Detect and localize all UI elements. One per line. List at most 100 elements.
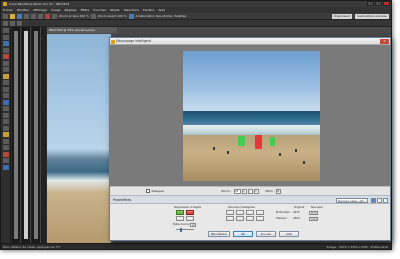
dropper-tool-icon[interactable]: [2, 47, 9, 53]
menu-item-image[interactable]: Image: [51, 8, 60, 12]
preserve-eraser-button[interactable]: [176, 216, 184, 221]
document-canvas[interactable]: [47, 34, 111, 243]
zoom-out-button[interactable]: -: [247, 188, 253, 194]
zoom-in-button[interactable]: +: [241, 188, 247, 194]
scrollbar[interactable]: [24, 31, 28, 239]
airbrush-icon[interactable]: [2, 106, 9, 111]
carve-horizontal-button[interactable]: [226, 210, 234, 215]
option-icon[interactable]: [17, 20, 22, 26]
help-button[interactable]: Aide: [279, 231, 299, 237]
enhance-photo-label[interactable]: Amélioration des photos: [136, 14, 173, 18]
menu-item-aide[interactable]: Aide: [158, 8, 165, 12]
standard-toolbar: Zoom arrière 100 % Zoom avant 100 % Amél…: [1, 13, 391, 20]
width-original-value: 3072: [293, 211, 300, 214]
remove-brush-button[interactable]: [186, 210, 194, 215]
menu-item-selections[interactable]: Sélections: [124, 8, 139, 12]
preset-dropdown[interactable]: Dernière valeur utili...: [336, 197, 368, 203]
makeover-tool-icon[interactable]: [2, 73, 9, 79]
open-folder-icon[interactable]: [10, 13, 15, 19]
maximize-button[interactable]: [375, 1, 382, 6]
expand-horizontal-button[interactable]: [246, 210, 254, 215]
masquer-checkbox[interactable]: [146, 189, 150, 193]
warp-brush-icon[interactable]: [2, 151, 9, 157]
crop-icon[interactable]: [45, 13, 50, 19]
pan-hand-icon[interactable]: ✥: [275, 188, 281, 194]
carve-vertical-button[interactable]: [236, 210, 244, 215]
tab-express-lab[interactable]: Laboratoire express: [355, 14, 389, 19]
undo-icon[interactable]: [31, 13, 36, 19]
pan-tool-icon[interactable]: [2, 28, 9, 33]
object-remover-icon[interactable]: [2, 93, 9, 98]
tool-preset-icon[interactable]: [3, 20, 8, 26]
straighten-tool-icon[interactable]: [2, 60, 9, 66]
zoom-in-icon[interactable]: [91, 13, 97, 19]
red-eye-tool-icon[interactable]: [2, 67, 9, 72]
paint-brush-icon[interactable]: [2, 99, 9, 105]
zoom-in-label[interactable]: Zoom avant 100 %: [98, 14, 127, 18]
zoom-out-label[interactable]: Zoom arrière 100 %: [59, 14, 89, 18]
parameters-label: Paramètres: [113, 197, 132, 202]
zoom-out-icon[interactable]: [52, 13, 57, 19]
height-new-input[interactable]: 2304: [309, 216, 318, 221]
brush-size-input[interactable]: 10: [190, 222, 196, 227]
zoom-fit-button[interactable]: 1: [253, 188, 259, 194]
enhance-photo-icon[interactable]: [128, 13, 134, 19]
pen-tool-icon[interactable]: [2, 145, 9, 150]
menu-item-reglage[interactable]: Réglage: [64, 8, 76, 12]
menu-item-fenetre[interactable]: Fenêtre: [143, 8, 154, 12]
menu-item-modifier[interactable]: Modifier: [17, 8, 29, 12]
remove-eraser-button[interactable]: [186, 216, 194, 221]
reset-preset-icon[interactable]: [377, 197, 382, 203]
ok-button[interactable]: OK: [233, 231, 253, 237]
carve-button[interactable]: [256, 216, 264, 221]
menu-item-fichier[interactable]: Fichier: [3, 8, 13, 12]
crop-tool-icon[interactable]: [2, 54, 9, 59]
width-new-input[interactable]: 3072: [309, 210, 318, 215]
scrollbar[interactable]: [14, 31, 18, 239]
selection-tool-icon[interactable]: [2, 41, 9, 46]
preserve-brush-button[interactable]: [176, 210, 184, 215]
load-preset-icon[interactable]: [383, 197, 388, 203]
text-tool-icon[interactable]: [2, 132, 9, 137]
status-image-info: Image : 3072 x 2304 x RVB - 8 bits/canal: [326, 244, 388, 249]
filmstrip-column: [22, 27, 31, 243]
dialog-app-icon: [111, 39, 115, 44]
minimize-button[interactable]: [367, 1, 374, 6]
zoom-spinbox[interactable]: 18: [233, 188, 241, 194]
carve-button[interactable]: [246, 216, 254, 221]
option-icon[interactable]: [10, 20, 15, 26]
expand-vertical-button[interactable]: [256, 210, 264, 215]
menu-item-effets[interactable]: Effets: [81, 8, 90, 12]
scrollbar[interactable]: [34, 31, 38, 239]
shape-tool-icon[interactable]: [2, 138, 9, 144]
pick-tool-icon[interactable]: [2, 34, 9, 40]
brush-size-slider-handle[interactable]: [180, 227, 182, 232]
lighten-darken-icon[interactable]: [2, 112, 9, 118]
dialog-close-button[interactable]: ✕: [380, 39, 389, 44]
cancel-button[interactable]: Annuler: [256, 231, 276, 237]
close-window-button[interactable]: [383, 1, 390, 6]
menu-item-affichage[interactable]: Affichage: [33, 8, 47, 12]
save-icon[interactable]: [17, 13, 22, 19]
materials-icon[interactable]: [2, 164, 9, 170]
print-icon[interactable]: [24, 13, 29, 19]
scratch-remover-icon[interactable]: [2, 86, 9, 92]
save-preset-icon[interactable]: [371, 197, 376, 203]
carve-button[interactable]: [236, 216, 244, 221]
eraser-icon[interactable]: [2, 119, 9, 124]
menu-item-couches[interactable]: Couches: [93, 8, 106, 12]
document-tab[interactable]: IMG7503 @ 33% (Arrière-plan): [47, 27, 117, 33]
palettes-menu[interactable]: Palettes: [174, 14, 186, 18]
tab-organizer[interactable]: Organiseur: [331, 14, 353, 19]
reset-button[interactable]: Réinitialiser: [208, 231, 230, 237]
preview-photo[interactable]: [183, 51, 320, 181]
flood-fill-icon[interactable]: [2, 125, 9, 131]
clone-brush-icon[interactable]: [2, 80, 9, 85]
new-file-icon[interactable]: [3, 13, 8, 19]
mesh-warp-icon[interactable]: [2, 158, 9, 163]
smart-carver-dialog: Découpage intelligent ✕ Masquer Zoom : 1…: [109, 37, 391, 241]
menu-item-objets[interactable]: Objets: [110, 8, 120, 12]
carve-button[interactable]: [226, 216, 234, 221]
redo-icon[interactable]: [38, 13, 43, 19]
brush-size-slider[interactable]: [176, 229, 194, 230]
